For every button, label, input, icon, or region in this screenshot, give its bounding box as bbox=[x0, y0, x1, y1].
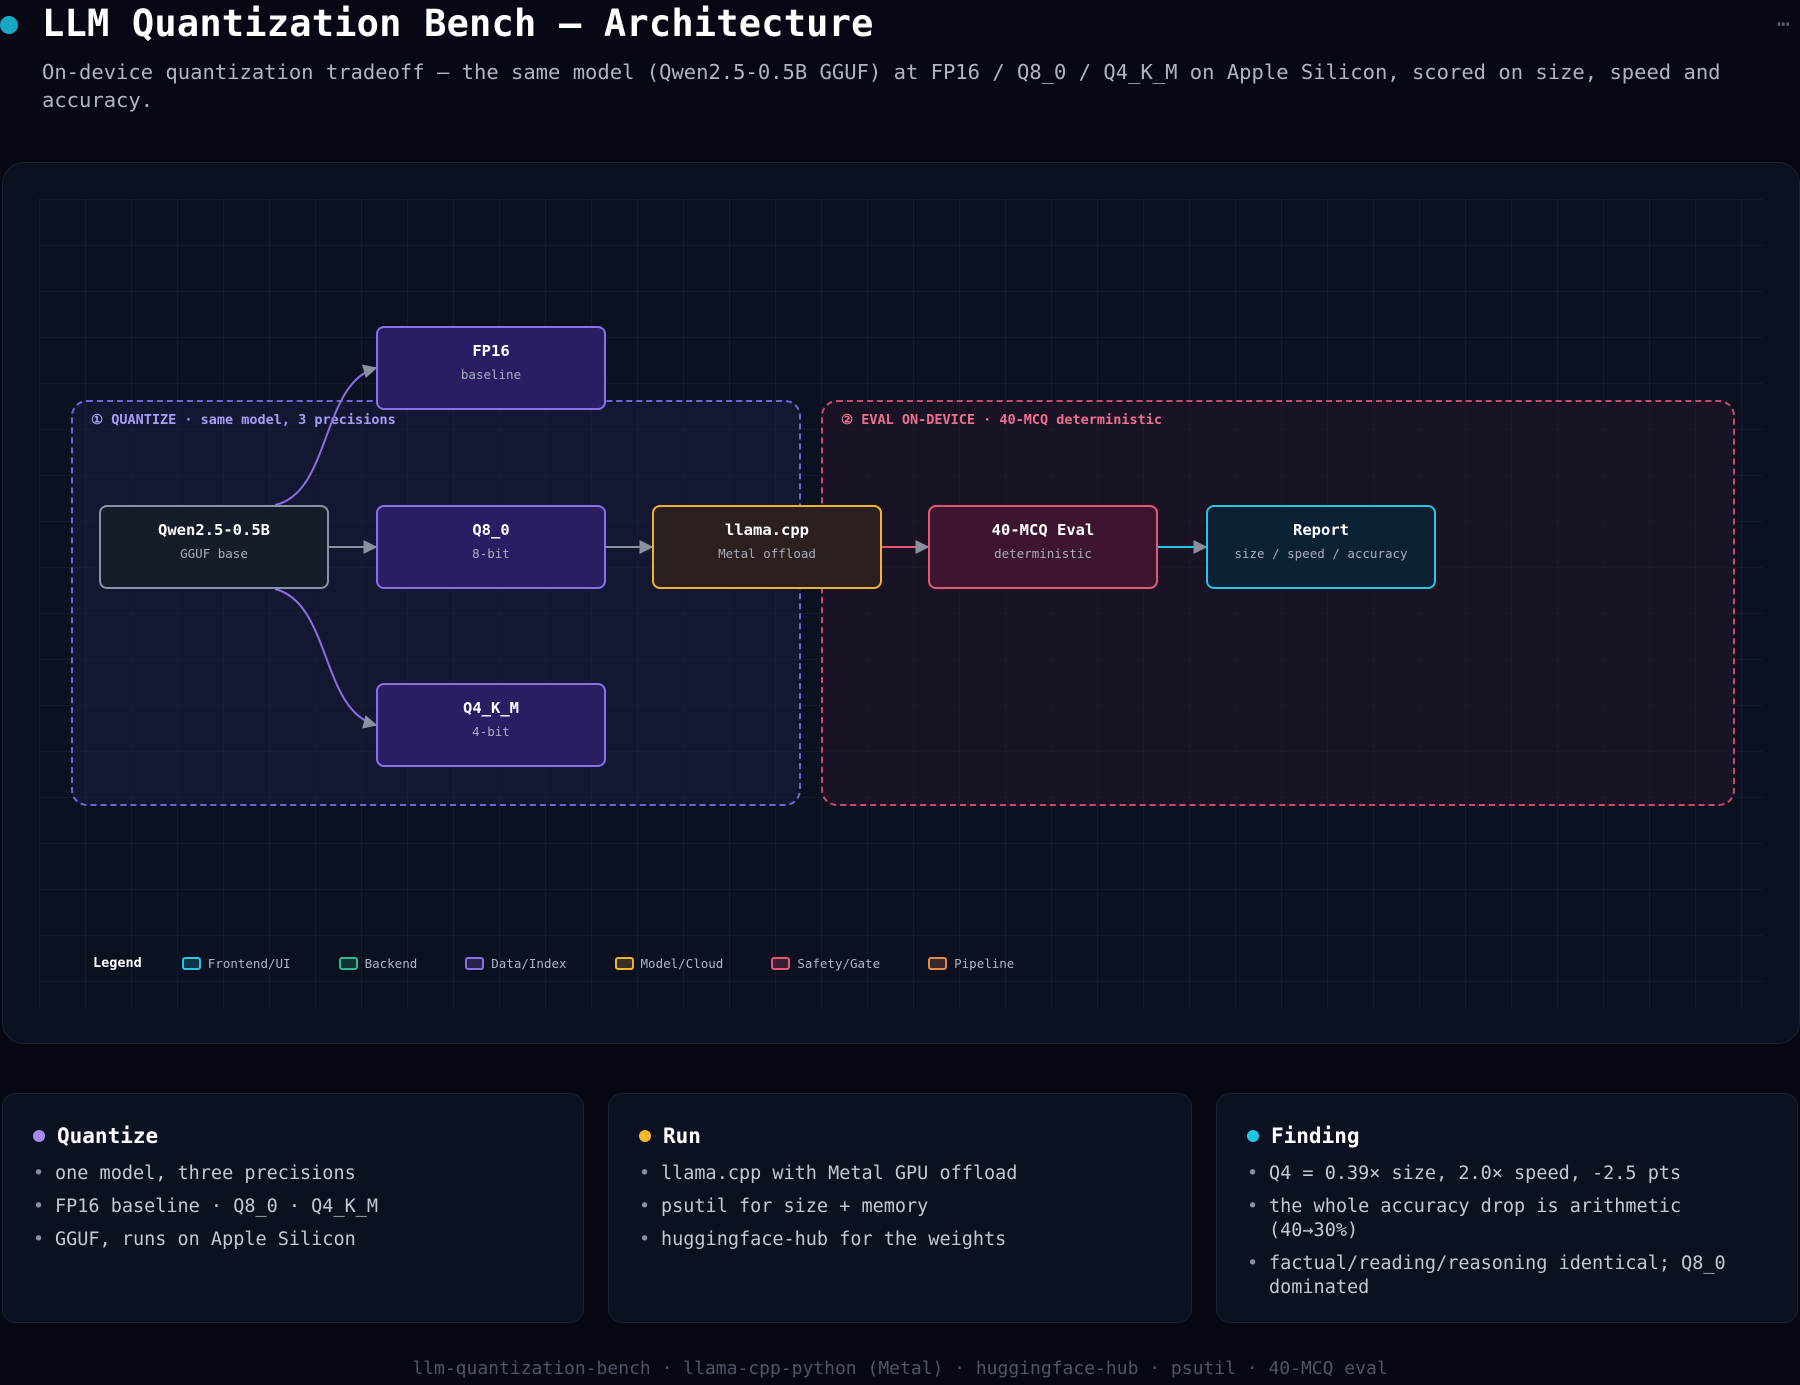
node-q8-subtitle: 8-bit bbox=[472, 546, 510, 561]
card-title: Finding bbox=[1271, 1124, 1360, 1148]
node-q8-title: Q8_0 bbox=[472, 521, 510, 539]
page-header: LLM Quantization Bench — Architecture On… bbox=[0, 0, 1800, 140]
node-q8[interactable]: Q8_0 8-bit bbox=[376, 505, 606, 589]
architecture-diagram: ① QUANTIZE · same model, 3 precisions ② … bbox=[2, 162, 1800, 1044]
more-options-icon[interactable]: ⋯ bbox=[1777, 12, 1792, 37]
card-list-item: psutil for size + memory bbox=[639, 1195, 1161, 1219]
page-subtitle: On-device quantization tradeoff — the sa… bbox=[42, 60, 1721, 112]
card-list-item: one model, three precisions bbox=[33, 1162, 553, 1186]
node-qwen-base[interactable]: Qwen2.5-0.5B GGUF base bbox=[99, 505, 329, 589]
card-list: Q4 = 0.39× size, 2.0× speed, -2.5 pts th… bbox=[1247, 1162, 1767, 1300]
node-report[interactable]: Report size / speed / accuracy bbox=[1206, 505, 1436, 589]
legend-item: Backend bbox=[338, 955, 418, 971]
legend-swatch-icon bbox=[181, 956, 201, 970]
node-llama-cpp-subtitle: Metal offload bbox=[718, 546, 816, 561]
card-dot-icon bbox=[33, 1130, 45, 1142]
card-title: Quantize bbox=[57, 1124, 159, 1148]
card-dot-icon bbox=[639, 1130, 651, 1142]
card-list-item: llama.cpp with Metal GPU offload bbox=[639, 1162, 1161, 1186]
card-list-item: GGUF, runs on Apple Silicon bbox=[33, 1228, 553, 1252]
legend-label: Safety/Gate bbox=[797, 955, 881, 971]
legend-swatch-icon bbox=[465, 956, 485, 970]
legend-label: Backend bbox=[364, 955, 418, 971]
legend-item: Frontend/UI bbox=[181, 955, 291, 971]
legend-item: Pipeline bbox=[928, 956, 1014, 971]
card-list-item: the whole accuracy drop is arithmetic (4… bbox=[1247, 1195, 1767, 1243]
legend-label: Frontend/UI bbox=[207, 955, 291, 971]
page-title: LLM Quantization Bench — Architecture bbox=[42, 2, 874, 45]
node-mcq-eval[interactable]: 40-MCQ Eval deterministic bbox=[928, 505, 1158, 589]
card-list-item: factual/reading/reasoning identical; Q8_… bbox=[1247, 1252, 1767, 1300]
edge-base-q4 bbox=[274, 588, 378, 729]
node-llama-cpp[interactable]: llama.cpp Metal offload bbox=[652, 505, 882, 589]
card-run: Run llama.cpp with Metal GPU offload psu… bbox=[608, 1093, 1192, 1323]
node-q4-subtitle: 4-bit bbox=[472, 724, 510, 739]
edge-base-fp16 bbox=[274, 364, 378, 506]
card-list-item: Q4 = 0.39× size, 2.0× speed, -2.5 pts bbox=[1247, 1162, 1767, 1186]
legend-label: Model/Cloud bbox=[640, 955, 724, 971]
legend-label: Pipeline bbox=[954, 955, 1015, 971]
legend-title: Legend bbox=[93, 955, 142, 971]
legend: Legend Frontend/UI Backend Data/Index Mo… bbox=[93, 951, 1062, 975]
legend-swatch-icon bbox=[928, 956, 948, 970]
edge-layer bbox=[274, 364, 1208, 729]
card-dot-icon bbox=[1247, 1130, 1259, 1142]
legend-swatch-icon bbox=[614, 956, 634, 970]
node-report-title: Report bbox=[1293, 521, 1349, 539]
node-mcq-eval-subtitle: deterministic bbox=[994, 546, 1092, 561]
node-q4-title: Q4_K_M bbox=[463, 699, 519, 717]
card-header: Run bbox=[639, 1124, 1161, 1148]
legend-item: Model/Cloud bbox=[614, 955, 724, 971]
page-footer: llm-quantization-bench · llama-cpp-pytho… bbox=[412, 1358, 1388, 1379]
card-header: Finding bbox=[1247, 1124, 1767, 1148]
card-title: Run bbox=[663, 1124, 701, 1148]
node-qwen-base-subtitle: GGUF base bbox=[180, 546, 248, 561]
card-quantize: Quantize one model, three precisions FP1… bbox=[2, 1093, 584, 1323]
node-fp16[interactable]: FP16 baseline bbox=[376, 326, 606, 410]
node-report-subtitle: size / speed / accuracy bbox=[1234, 546, 1408, 561]
legend-item: Data/Index bbox=[465, 955, 567, 971]
node-llama-cpp-title: llama.cpp bbox=[725, 521, 809, 539]
node-mcq-eval-title: 40-MCQ Eval bbox=[991, 521, 1095, 539]
legend-swatch-icon bbox=[771, 956, 791, 970]
node-fp16-subtitle: baseline bbox=[460, 367, 522, 382]
card-header: Quantize bbox=[33, 1124, 553, 1148]
node-q4[interactable]: Q4_K_M 4-bit bbox=[376, 683, 606, 767]
card-list: one model, three precisions FP16 baselin… bbox=[33, 1162, 553, 1252]
legend-label: Data/Index bbox=[491, 955, 567, 971]
card-finding: Finding Q4 = 0.39× size, 2.0× speed, -2.… bbox=[1216, 1093, 1798, 1323]
card-list-item: FP16 baseline · Q8_0 · Q4_K_M bbox=[33, 1195, 553, 1219]
card-list-item: huggingface-hub for the weights bbox=[639, 1228, 1161, 1252]
legend-item: Safety/Gate bbox=[771, 956, 880, 971]
status-dot-icon bbox=[0, 16, 18, 34]
legend-swatch-icon bbox=[338, 956, 358, 970]
node-qwen-base-title: Qwen2.5-0.5B bbox=[158, 521, 270, 539]
node-fp16-title: FP16 bbox=[472, 342, 510, 360]
card-list: llama.cpp with Metal GPU offload psutil … bbox=[639, 1162, 1161, 1252]
